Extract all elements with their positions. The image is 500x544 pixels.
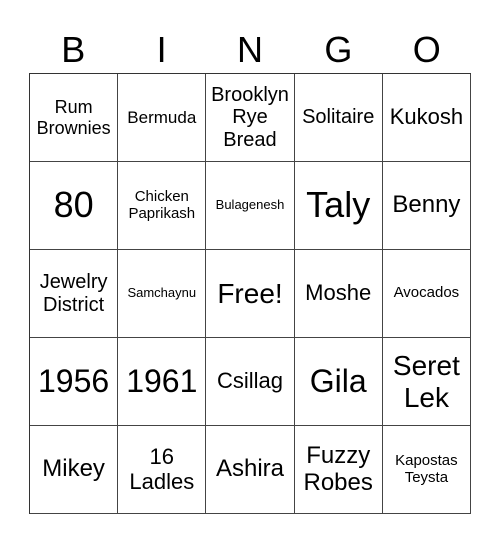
bingo-cell[interactable]: Chicken Paprikash: [118, 162, 207, 250]
bingo-cell[interactable]: Ashira: [206, 426, 295, 514]
bingo-cell[interactable]: Rum Brownies: [30, 74, 119, 162]
bingo-cell[interactable]: Brooklyn Rye Bread: [206, 74, 295, 162]
bingo-cell[interactable]: Gila: [294, 338, 383, 426]
bingo-cell[interactable]: Avocados: [382, 250, 471, 338]
bingo-cell[interactable]: 1961: [118, 338, 207, 426]
free-space[interactable]: Free!: [206, 250, 295, 338]
bingo-header: B I N G O: [29, 28, 471, 72]
bingo-cell[interactable]: Benny: [382, 162, 471, 250]
header-letter-n: N: [236, 29, 263, 70]
bingo-cell[interactable]: Csillag: [206, 338, 295, 426]
bingo-cell[interactable]: 1956: [30, 338, 119, 426]
bingo-cell[interactable]: 16 Ladles: [118, 426, 207, 514]
bingo-cell[interactable]: Kukosh: [382, 74, 471, 162]
bingo-grid: Rum Brownies Bermuda Brooklyn Rye Bread …: [29, 73, 471, 514]
header-letter-o: O: [412, 29, 441, 70]
bingo-cell[interactable]: Jewelry District: [30, 250, 119, 338]
header-letter-b: B: [61, 29, 86, 70]
bingo-cell[interactable]: Seret Lek: [382, 338, 471, 426]
bingo-cell[interactable]: Kapostas Teysta: [382, 426, 471, 514]
bingo-cell[interactable]: Taly: [294, 162, 383, 250]
bingo-cell[interactable]: Bulagenesh: [206, 162, 295, 250]
bingo-cell[interactable]: 80: [30, 162, 119, 250]
bingo-cell[interactable]: Samchaynu: [118, 250, 207, 338]
header-letter-i: I: [156, 29, 167, 70]
bingo-cell[interactable]: Fuzzy Robes: [294, 426, 383, 514]
header-letter-g: G: [324, 29, 353, 70]
bingo-cell[interactable]: Solitaire: [294, 74, 383, 162]
bingo-cell[interactable]: Bermuda: [118, 74, 207, 162]
bingo-cell[interactable]: Moshe: [294, 250, 383, 338]
bingo-cell[interactable]: Mikey: [30, 426, 119, 514]
